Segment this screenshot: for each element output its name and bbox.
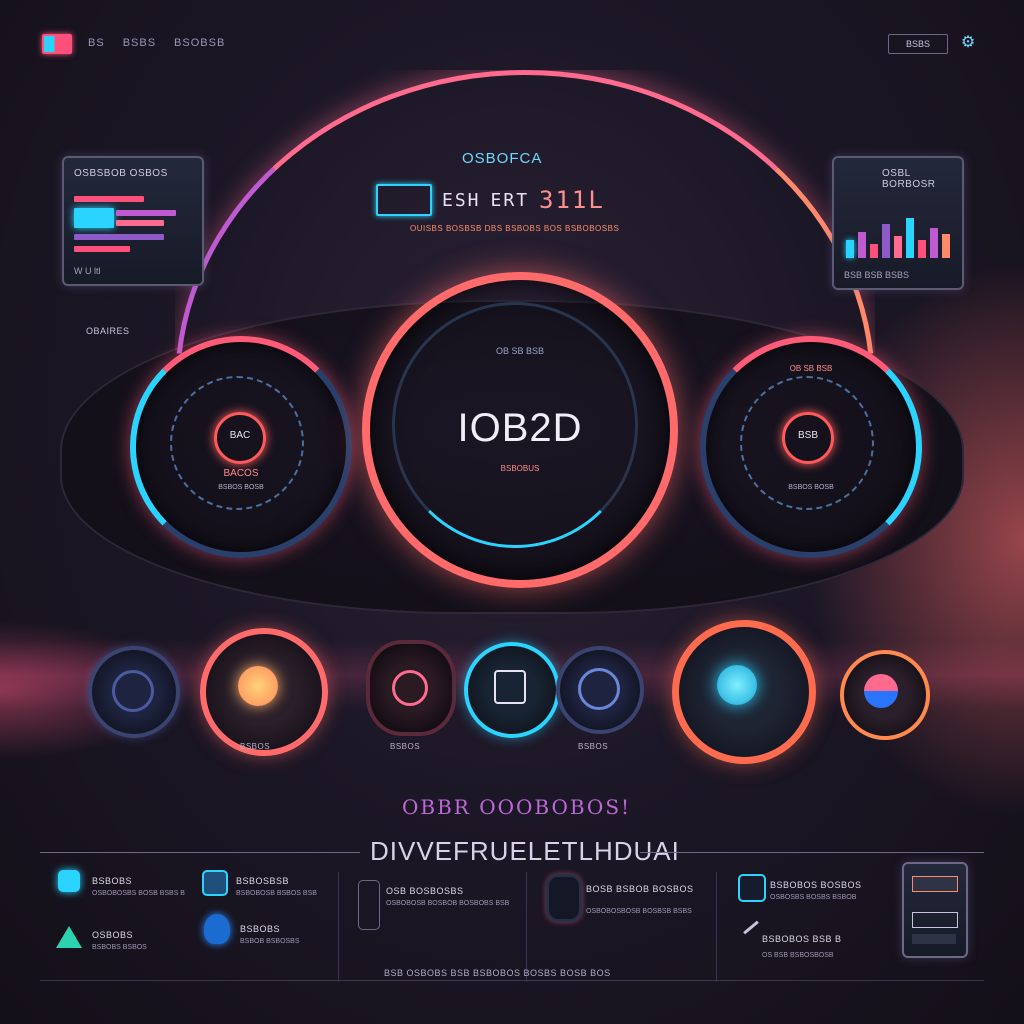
header-title: OSBOFCA xyxy=(462,150,543,167)
feature-6-title: BOSB BSBOB BOSBOS xyxy=(586,884,694,894)
left-panel-chart xyxy=(74,196,190,256)
orb-6-icon xyxy=(717,665,757,705)
orb-5-label: BSBOS xyxy=(578,742,609,751)
orb-5-icon xyxy=(578,668,620,710)
doc-icon[interactable] xyxy=(358,880,380,930)
orb-button-6[interactable] xyxy=(672,620,816,764)
feature-divider-1 xyxy=(338,872,339,982)
feature-2-sub: BSBOBOSB BSBOS BSB xyxy=(236,890,317,897)
feature-7-title: BSBOBOS BOSBOS xyxy=(770,880,862,890)
footer-text: BSB OSBOBS BSB BSBOBOS BOSBS BOSB BOS xyxy=(384,968,611,978)
left-gauge[interactable]: BAC BACOS BSBOS BOSB xyxy=(130,336,352,558)
orb-7-icon xyxy=(864,674,898,708)
pen-icon[interactable] xyxy=(743,920,759,935)
feature-3-sub: BSBOBS BSBOS xyxy=(92,944,147,951)
right-panel-foot: BSB BSB BSBS xyxy=(844,270,910,280)
orb-3-label: BSBOS xyxy=(390,742,421,751)
footer-baseline xyxy=(40,980,984,981)
nav-item-3[interactable]: BSOBSB xyxy=(174,37,225,49)
orb-button-5[interactable] xyxy=(556,646,644,734)
feature-divider-2 xyxy=(526,872,527,982)
tagline-divider-left xyxy=(40,852,360,853)
orb-1-icon xyxy=(112,670,154,712)
main-gauge-value: IOB2D xyxy=(457,406,583,450)
feature-5-title: OSB BOSBOSBS xyxy=(386,886,464,896)
feature-3-title: OSBOBS xyxy=(92,930,134,940)
header-readout: ESH ERT 311L xyxy=(376,184,605,216)
nav-item-1[interactable]: BS xyxy=(88,37,105,49)
top-badge-button[interactable]: BSBS xyxy=(888,34,948,54)
right-gauge-center: BSB xyxy=(782,412,834,464)
tagline-line-1: OBBR OOOBOBOS! xyxy=(402,795,632,819)
left-panel-foot: W U ltl xyxy=(74,266,101,276)
cube-icon[interactable] xyxy=(738,874,766,902)
right-gauge[interactable]: OB SB BSB BSB BSBOS BOSB xyxy=(700,336,922,558)
left-gauge-sub: BSBOS BOSB xyxy=(218,484,264,491)
left-panel-title: OSBSBOB OSBOS xyxy=(74,168,168,179)
right-gauge-sub: BSBOS BOSB xyxy=(788,484,834,491)
feature-4-title: BSBOBS xyxy=(240,924,281,934)
orb-button-7[interactable] xyxy=(840,650,930,740)
left-gauge-label: BACOS xyxy=(223,468,259,479)
right-stats-panel[interactable]: OSBL BORBOSR BSB BSB BSBS xyxy=(832,156,964,290)
main-gauge-label: BSBOBUS xyxy=(500,464,540,473)
left-gauge-center-text: BAC xyxy=(229,430,251,441)
readout-box-icon xyxy=(376,184,432,216)
feature-7-sub: OSBOSBS BOSBS BSBOB xyxy=(770,894,857,901)
feature-8-sub: OS BSB BSBOSBOSB xyxy=(762,952,834,959)
side-label: OBAIRES xyxy=(86,326,130,336)
feature-6-sub: OSBOBOSBOSB BOSBSB BSBS xyxy=(586,908,692,915)
tagline-divider-right xyxy=(640,852,984,853)
top-nav: BS BSBS BSOBSB xyxy=(88,37,225,49)
readout-value: 311L xyxy=(539,186,605,214)
readout-segment-1: ESH xyxy=(442,189,481,211)
feature-5-sub: OSBOBOSB BOSBOB BOSBOBS BSB xyxy=(386,900,510,907)
orb-button-2[interactable] xyxy=(200,628,328,756)
mini-panel-bar-3 xyxy=(912,934,956,944)
mini-side-panel[interactable] xyxy=(902,862,968,958)
cyan-square-icon xyxy=(58,870,80,892)
nav-item-2[interactable]: BSBS xyxy=(123,37,156,49)
settings-icon[interactable]: ⚙ xyxy=(958,32,978,52)
orb-4-icon xyxy=(494,670,526,704)
feature-1-title: BSBOBS xyxy=(92,876,133,886)
feature-4-sub: BSBOB BSBOSBS xyxy=(240,938,300,945)
right-gauge-center-text: BSB xyxy=(797,430,818,441)
tagline-line-2: DIVVEFRUELETLHDUAI xyxy=(370,836,680,866)
header-subtitle: OUISBS BOSBSB DBS BSBOBS BOS BSBOBOSBS xyxy=(410,224,620,233)
left-gauge-center: BAC xyxy=(214,412,266,464)
main-gauge-top: OB SB BSB xyxy=(495,346,545,356)
mini-panel-bar-1 xyxy=(912,876,958,892)
right-gauge-top: OB SB BSB xyxy=(789,364,833,373)
feature-2-title: BSBOSBSB xyxy=(236,876,290,886)
main-gauge[interactable]: OB SB BSB IOB2D BSBOBUS xyxy=(362,272,678,588)
shield-icon[interactable] xyxy=(204,914,230,944)
feature-1-sub: OSBOBOSBS BOSB BSBS B xyxy=(92,890,185,897)
orb-button-4[interactable] xyxy=(464,642,560,738)
feature-8-title: BSBOBOS BSB B xyxy=(762,934,842,944)
right-panel-title: OSBL BORBOSR xyxy=(882,168,936,190)
headset-icon[interactable] xyxy=(546,874,582,922)
bookmark-icon[interactable] xyxy=(202,870,228,896)
right-panel-chart xyxy=(844,198,952,258)
orb-button-1[interactable] xyxy=(88,646,180,738)
orb-button-3[interactable] xyxy=(366,640,456,736)
mini-panel-bar-2 xyxy=(912,912,958,928)
triangle-icon xyxy=(56,926,82,948)
orb-2-label: BSBOS xyxy=(240,742,271,751)
readout-segment-2: ERT xyxy=(490,189,530,211)
top-bar: BS BSBS BSOBSB BSBS ⚙ xyxy=(0,0,1024,80)
left-stats-panel[interactable]: OSBSBOB OSBOS W U ltl xyxy=(62,156,204,286)
logo-icon[interactable] xyxy=(42,34,72,54)
orb-3-icon xyxy=(392,670,428,706)
feature-divider-3 xyxy=(716,872,717,982)
orb-2-icon xyxy=(238,666,278,706)
